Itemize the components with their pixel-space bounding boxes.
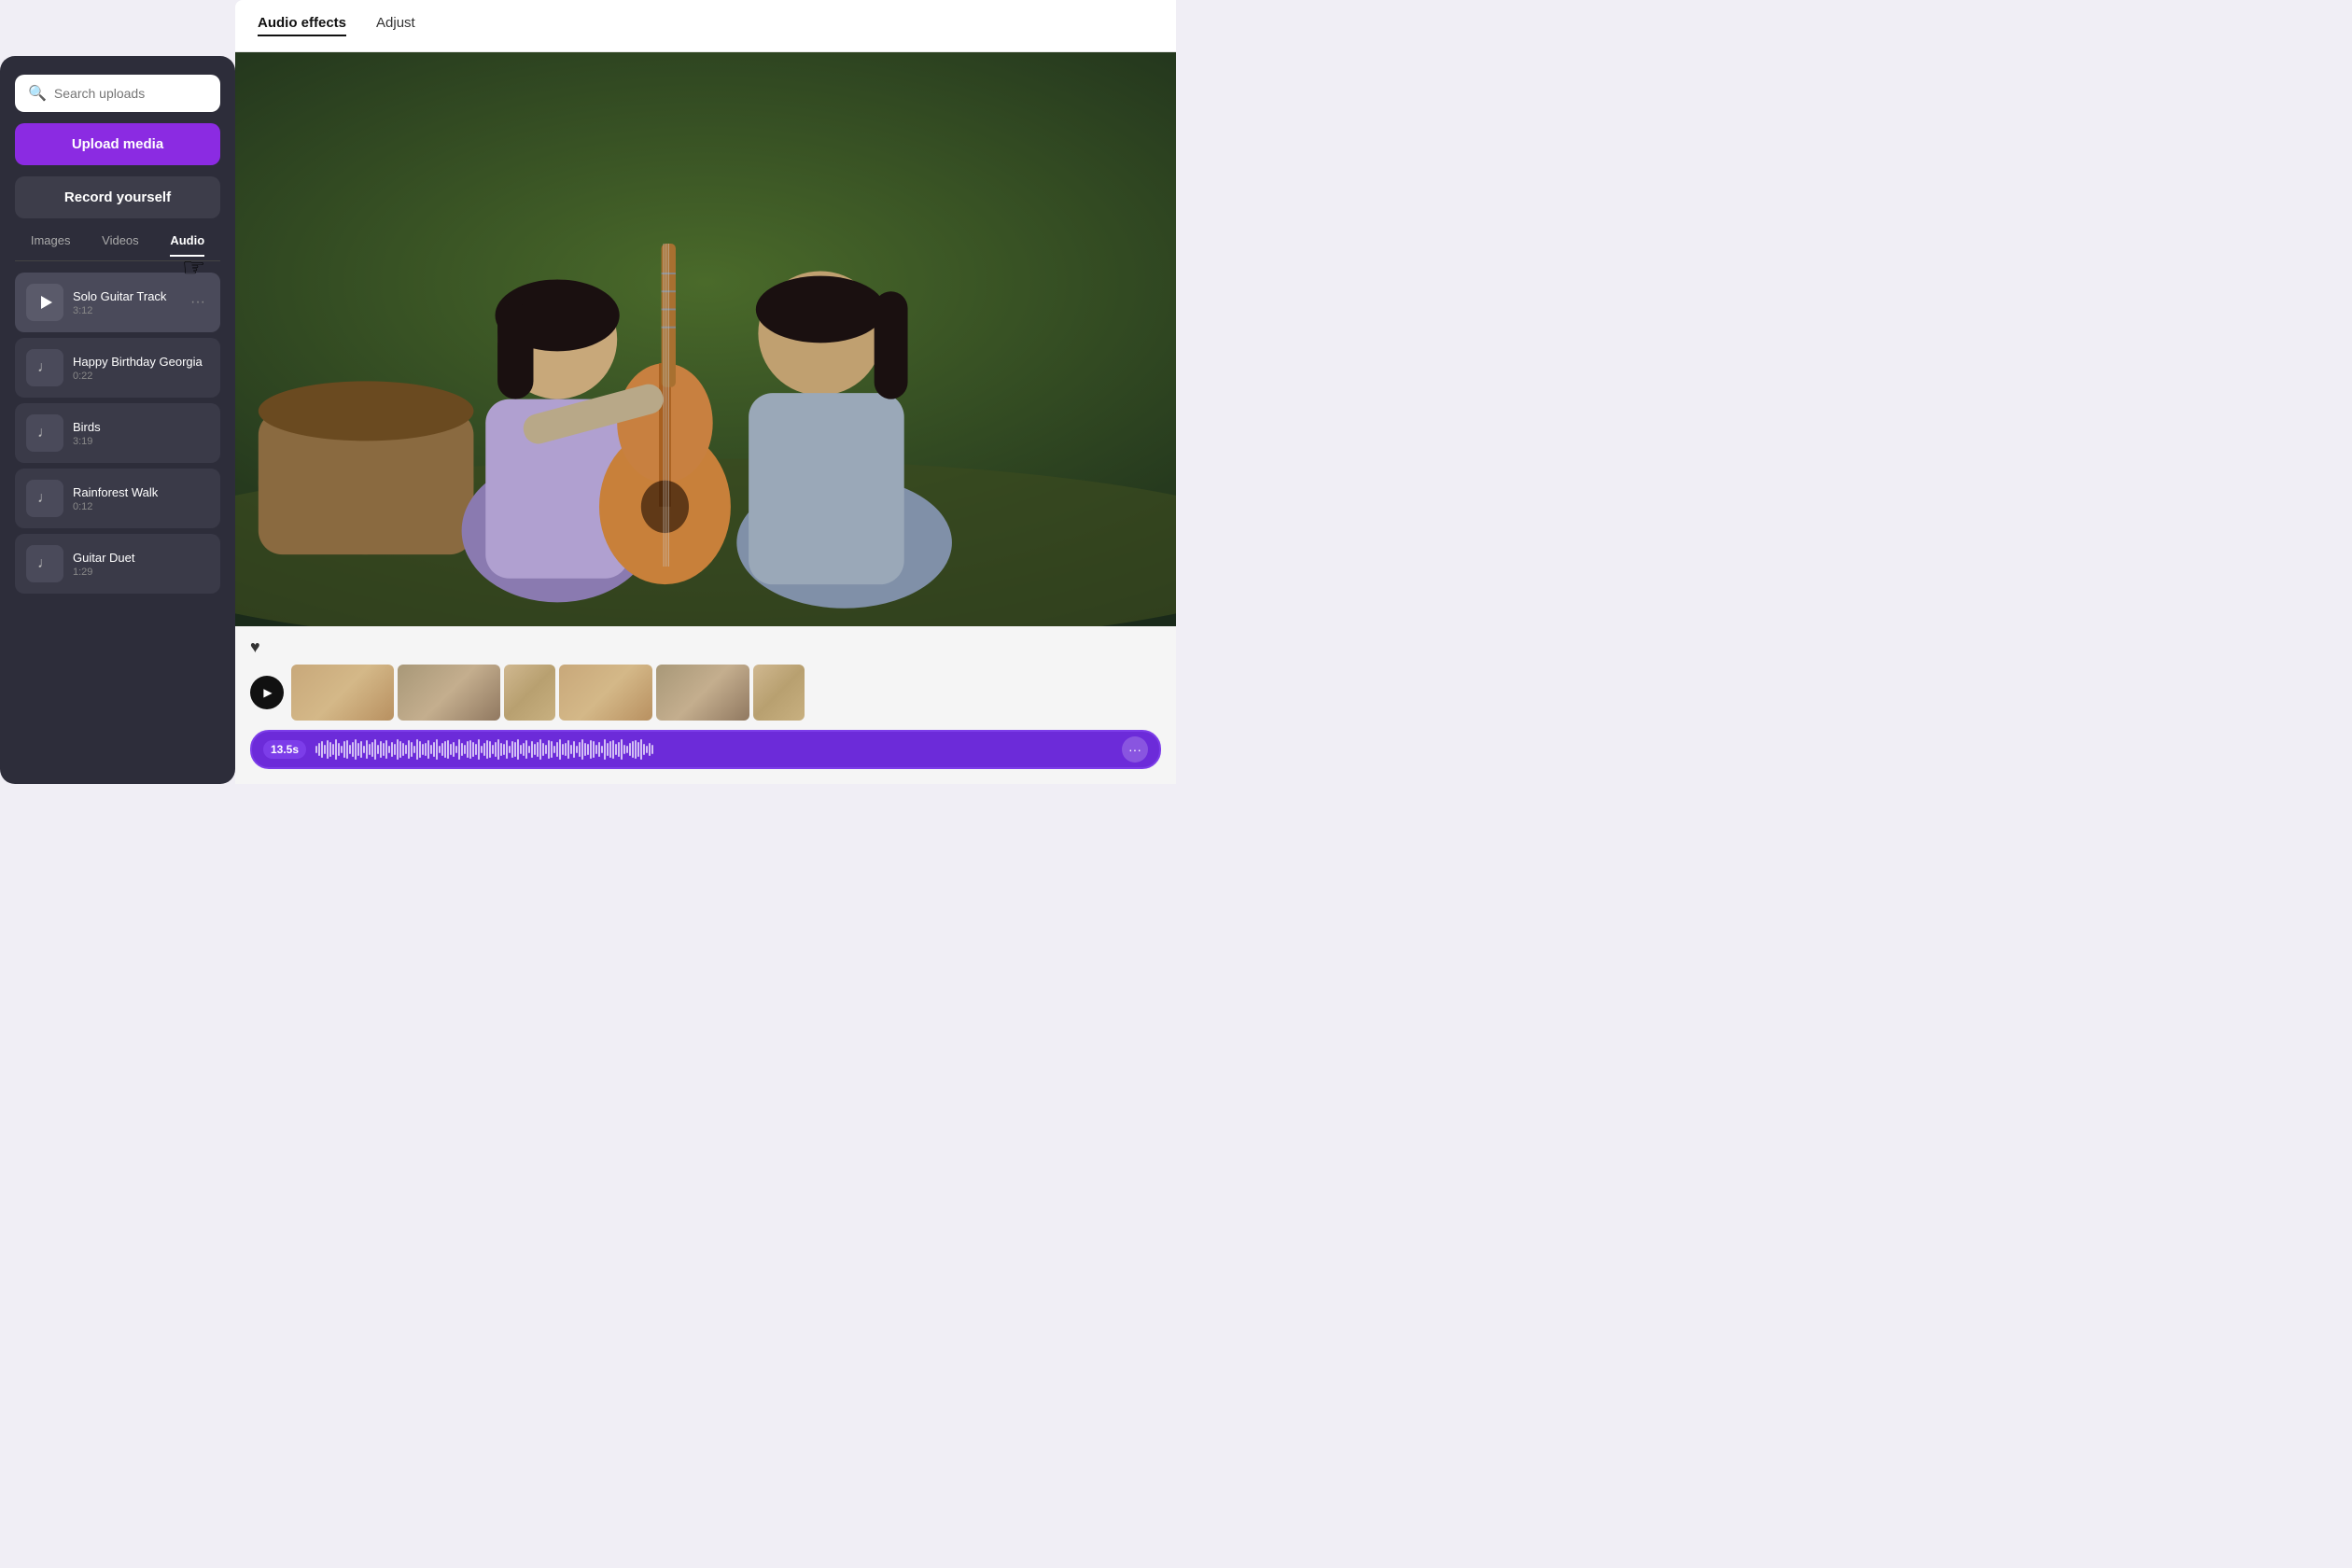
audio-item-more-solo-guitar[interactable]: ··· bbox=[187, 290, 209, 315]
audio-item-duration-solo-guitar: 3:12 bbox=[73, 305, 177, 316]
audio-item-name-guitar-duet: Guitar Duet bbox=[73, 551, 209, 565]
filmstrip bbox=[250, 665, 1161, 721]
waveform bbox=[315, 738, 1113, 761]
film-frame-5 bbox=[656, 665, 749, 721]
audio-item-duration-rainforest: 0:12 bbox=[73, 501, 209, 512]
audio-item-name-rainforest: Rainforest Walk bbox=[73, 485, 209, 499]
audio-time-badge: 13.5s bbox=[263, 740, 306, 759]
timeline-play-button[interactable] bbox=[250, 676, 284, 709]
audio-item-info-solo-guitar: Solo Guitar Track 3:12 bbox=[73, 289, 177, 316]
music-icon-happy-birthday: ♩ bbox=[26, 349, 63, 386]
filter-tabs: Images Videos Audio bbox=[15, 230, 220, 261]
left-panel: 🔍 Upload media Record yourself Images Vi… bbox=[0, 56, 235, 784]
audio-track-more-button[interactable]: ··· bbox=[1122, 736, 1148, 763]
audio-item-name-solo-guitar: Solo Guitar Track bbox=[73, 289, 177, 303]
tab-audio[interactable]: Audio bbox=[170, 233, 204, 257]
audio-item-birds[interactable]: ♩ Birds 3:19 bbox=[15, 403, 220, 463]
audio-track[interactable]: 13.5s bbox=[250, 730, 1161, 769]
film-frame-6 bbox=[753, 665, 805, 721]
audio-item-info-birds: Birds 3:19 bbox=[73, 420, 209, 447]
film-frame-1 bbox=[291, 665, 394, 721]
timeline-heart-icon: ♥ bbox=[250, 637, 1161, 657]
record-yourself-button[interactable]: Record yourself bbox=[15, 176, 220, 218]
audio-item-name-happy-birthday: Happy Birthday Georgia bbox=[73, 355, 209, 369]
tab-images[interactable]: Images bbox=[31, 233, 71, 257]
right-panel: Audio effects Adjust bbox=[235, 0, 1176, 784]
audio-list: Solo Guitar Track 3:12 ··· ♩ Happy Birth… bbox=[15, 273, 220, 765]
video-scene bbox=[235, 52, 1176, 626]
search-icon: 🔍 bbox=[28, 84, 47, 103]
search-input[interactable] bbox=[54, 86, 207, 101]
audio-item-rainforest[interactable]: ♩ Rainforest Walk 0:12 bbox=[15, 469, 220, 528]
timeline-area: ♥ 13.5s bbox=[235, 626, 1176, 784]
search-bar[interactable]: 🔍 bbox=[15, 75, 220, 112]
audio-item-info-happy-birthday: Happy Birthday Georgia 0:22 bbox=[73, 355, 209, 382]
tab-adjust[interactable]: Adjust bbox=[376, 15, 415, 36]
tab-videos[interactable]: Videos bbox=[102, 233, 139, 257]
video-preview bbox=[235, 52, 1176, 626]
tab-audio-effects[interactable]: Audio effects bbox=[258, 15, 346, 36]
film-frame-4 bbox=[559, 665, 652, 721]
audio-item-duration-guitar-duet: 1:29 bbox=[73, 567, 209, 578]
audio-item-duration-birds: 3:19 bbox=[73, 436, 209, 447]
audio-item-info-rainforest: Rainforest Walk 0:12 bbox=[73, 485, 209, 512]
film-frame-2 bbox=[398, 665, 500, 721]
music-icon-guitar-duet: ♩ bbox=[26, 545, 63, 582]
audio-item-solo-guitar[interactable]: Solo Guitar Track 3:12 ··· bbox=[15, 273, 220, 332]
audio-item-guitar-duet[interactable]: ♩ Guitar Duet 1:29 bbox=[15, 534, 220, 594]
music-icon-birds: ♩ bbox=[26, 414, 63, 452]
audio-item-happy-birthday[interactable]: ♩ Happy Birthday Georgia 0:22 bbox=[15, 338, 220, 398]
music-icon-rainforest: ♩ bbox=[26, 480, 63, 517]
tabs-bar: Audio effects Adjust bbox=[235, 0, 1176, 52]
film-frame-3 bbox=[504, 665, 555, 721]
upload-media-button[interactable]: Upload media bbox=[15, 123, 220, 165]
play-icon-solo-guitar[interactable] bbox=[26, 284, 63, 321]
audio-item-info-guitar-duet: Guitar Duet 1:29 bbox=[73, 551, 209, 578]
audio-item-duration-happy-birthday: 0:22 bbox=[73, 371, 209, 382]
audio-item-name-birds: Birds bbox=[73, 420, 209, 434]
